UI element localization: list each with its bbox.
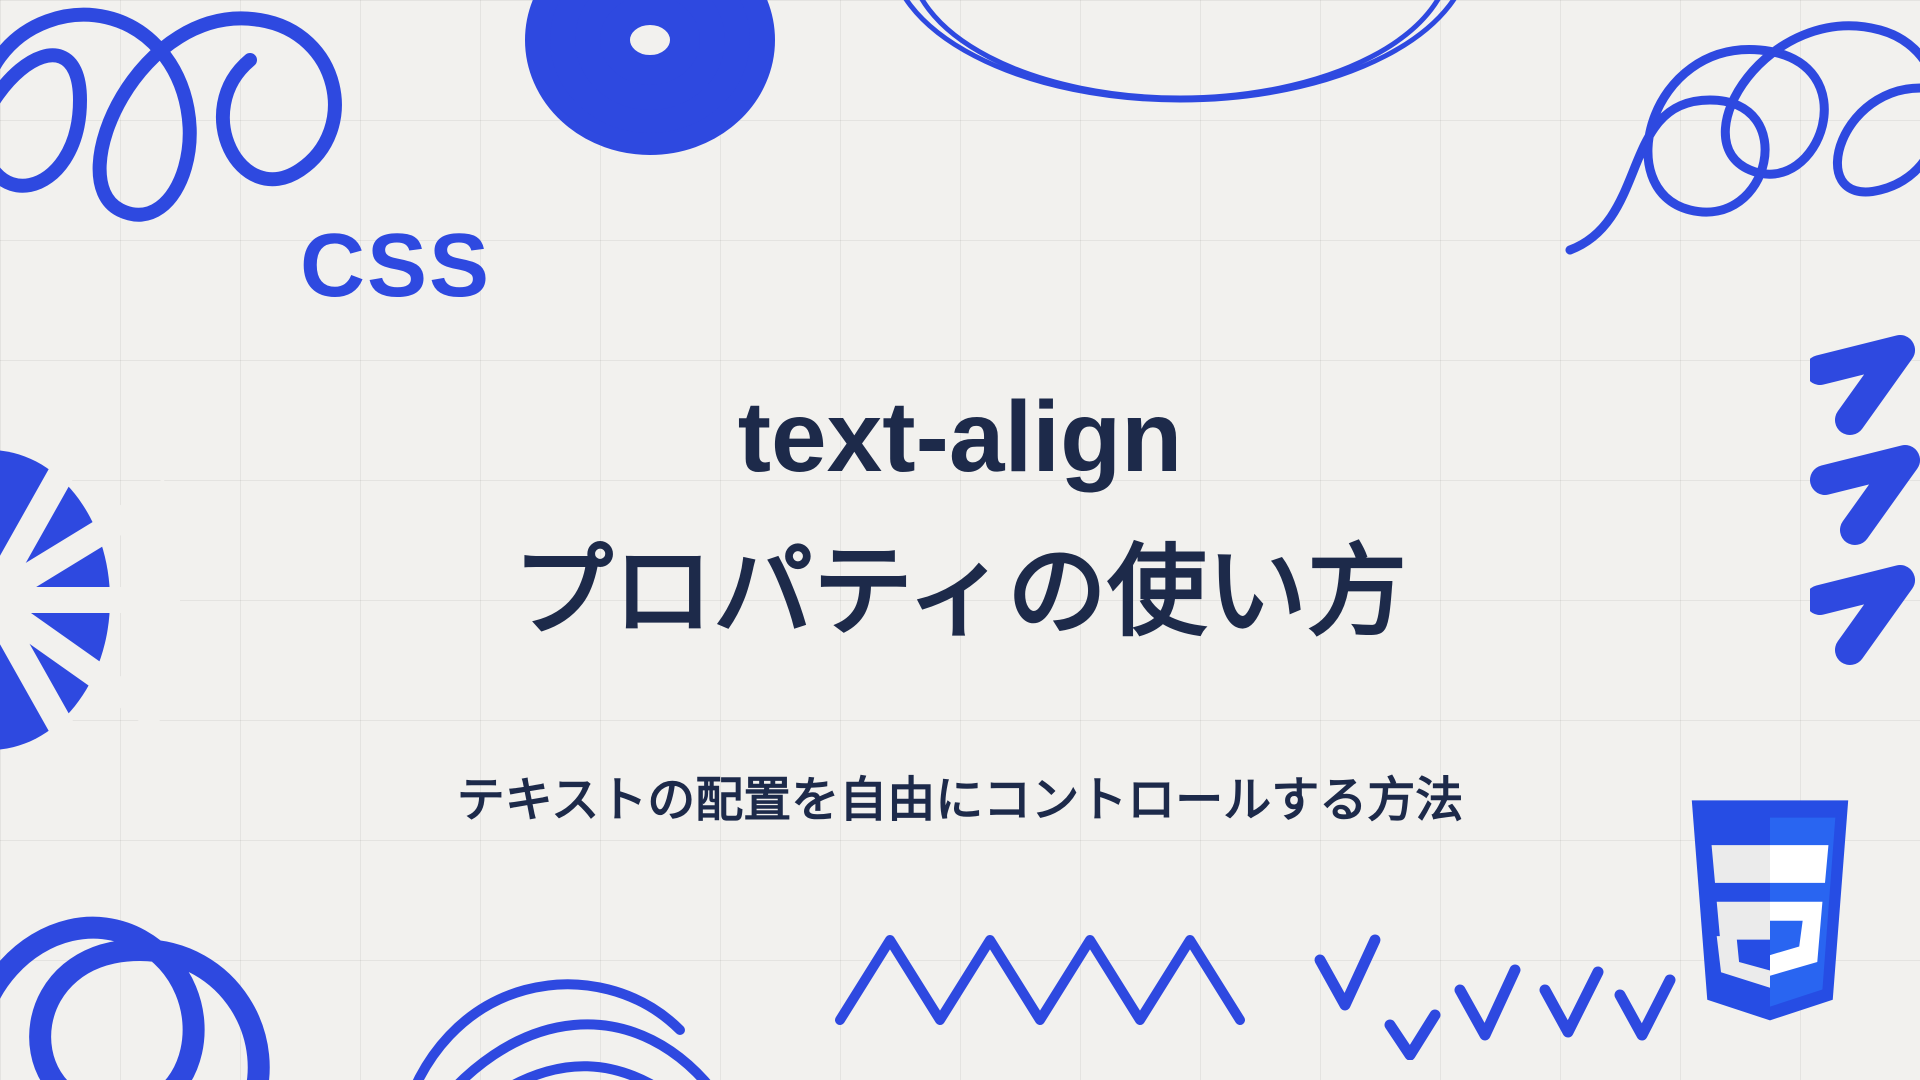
blob-burst-icon: [0, 430, 210, 770]
css3-logo-icon: [1660, 800, 1880, 1050]
title-line-2: プロパティの使い方: [513, 536, 1407, 648]
slide-content: CSS text-align プロパティの使い方 テキストの配置を自由にコントロ…: [0, 0, 1920, 1080]
edge-chevrons-icon: [1810, 330, 1920, 690]
category-label: CSS: [300, 215, 491, 318]
oval-scribble-icon: [870, 0, 1490, 140]
check-marks-icon: [1310, 920, 1690, 1060]
title-line-1: text-align: [738, 381, 1182, 493]
spiral-blob-icon: [500, 0, 800, 190]
bottom-left-swirl-icon: [0, 830, 310, 1080]
arcs-scribble-icon: [380, 930, 760, 1080]
page-title: text-align プロパティの使い方: [513, 360, 1407, 670]
tangle-scribble-icon: [1560, 0, 1920, 280]
page-subtitle: テキストの配置を自由にコントロールする方法: [457, 760, 1464, 830]
zigzag-icon: [830, 920, 1250, 1050]
